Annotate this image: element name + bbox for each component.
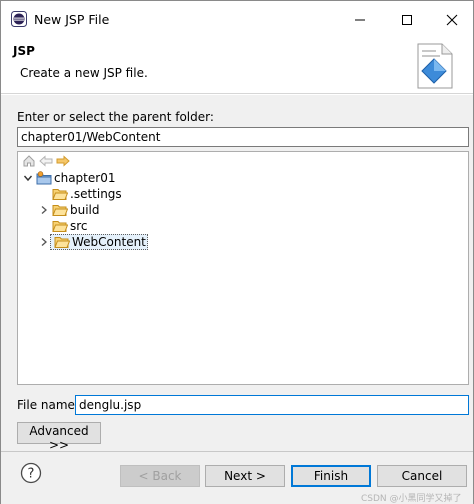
help-icon[interactable]: ? bbox=[20, 462, 42, 484]
jsp-wizard-image-icon bbox=[414, 42, 456, 90]
file-name-section: File name: Advanced >> bbox=[1, 385, 473, 452]
tree-item-label: .settings bbox=[70, 187, 122, 201]
tree-toolbar bbox=[22, 154, 70, 168]
close-icon[interactable] bbox=[429, 1, 474, 38]
parent-folder-label: Enter or select the parent folder: bbox=[17, 110, 214, 124]
svg-text:?: ? bbox=[28, 467, 35, 482]
folder-open-icon bbox=[54, 235, 70, 249]
tree-item-webcontent[interactable]: WebContent bbox=[38, 234, 148, 250]
banner-description: Create a new JSP file. bbox=[20, 66, 148, 80]
tree-item-chapter01[interactable]: chapter01 bbox=[22, 170, 115, 186]
back-button[interactable]: < Back bbox=[120, 465, 200, 487]
file-name-input[interactable] bbox=[75, 395, 469, 415]
tree-item-label: build bbox=[70, 203, 100, 217]
chevron-down-icon[interactable] bbox=[22, 172, 34, 184]
watermark: CSDN @小黑同学又掉了 bbox=[361, 494, 462, 504]
advanced-button[interactable]: Advanced >> bbox=[17, 422, 101, 452]
tree-item-selection: WebContent bbox=[50, 234, 148, 250]
folder-icon bbox=[52, 219, 68, 233]
chevron-right-icon[interactable] bbox=[38, 236, 50, 248]
banner-title: JSP bbox=[13, 44, 35, 58]
window-title: New JSP File bbox=[34, 12, 110, 27]
wizard-banner: JSP Create a new JSP file. bbox=[1, 38, 473, 94]
title-bar[interactable]: New JSP File bbox=[1, 1, 473, 38]
back-arrow-icon[interactable] bbox=[39, 154, 53, 168]
forward-arrow-icon[interactable] bbox=[56, 154, 70, 168]
tree-item-settings[interactable]: .settings bbox=[38, 186, 122, 202]
home-icon[interactable] bbox=[22, 154, 36, 168]
folder-icon bbox=[52, 203, 68, 217]
wizard-body: Enter or select the parent folder: chapt… bbox=[1, 95, 473, 385]
folder-tree[interactable]: chapter01 .settings build src WebContent bbox=[17, 151, 469, 385]
tree-item-label: WebContent bbox=[72, 235, 146, 249]
maximize-icon[interactable] bbox=[384, 1, 430, 38]
tree-item-src[interactable]: src bbox=[38, 218, 88, 234]
finish-button[interactable]: Finish bbox=[291, 465, 371, 487]
project-icon bbox=[36, 171, 52, 185]
tree-item-label: src bbox=[70, 219, 88, 233]
folder-icon bbox=[52, 187, 68, 201]
file-name-label: File name: bbox=[17, 398, 79, 412]
next-button[interactable]: Next > bbox=[205, 465, 285, 487]
new-jsp-file-dialog: New JSP File JSP Create a new JSP file. bbox=[0, 0, 474, 504]
parent-folder-input[interactable] bbox=[17, 127, 469, 147]
tree-item-label: chapter01 bbox=[54, 171, 116, 185]
chevron-right-icon[interactable] bbox=[38, 204, 50, 216]
minimize-icon[interactable] bbox=[337, 1, 383, 38]
cancel-button[interactable]: Cancel bbox=[377, 465, 467, 487]
eclipse-app-icon bbox=[11, 11, 27, 27]
tree-item-build[interactable]: build bbox=[38, 202, 100, 218]
